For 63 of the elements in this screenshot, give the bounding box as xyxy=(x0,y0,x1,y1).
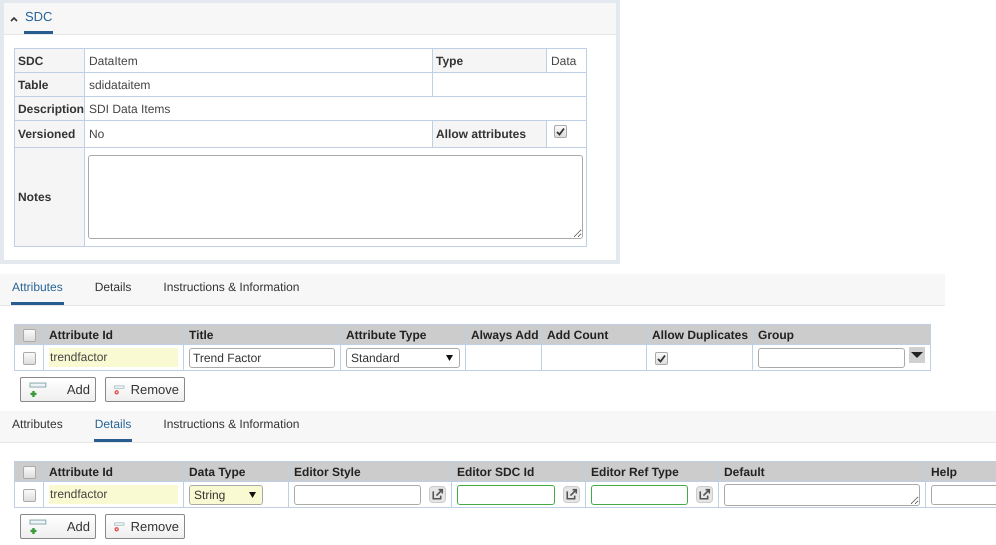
checkbox[interactable] xyxy=(554,125,567,138)
remove-button[interactable]: Remove xyxy=(105,377,185,402)
column-header: Allow Duplicates xyxy=(652,328,748,342)
default-field[interactable] xyxy=(724,484,920,506)
caret-icon xyxy=(249,492,256,498)
lookup-field[interactable] xyxy=(591,484,688,504)
popout-icon[interactable] xyxy=(429,486,446,503)
add-row-icon xyxy=(29,382,47,398)
lookup-field[interactable] xyxy=(457,484,555,504)
tab[interactable]: Attributes xyxy=(11,280,64,305)
dropdown-button-icon[interactable] xyxy=(909,346,925,362)
tab[interactable]: Details xyxy=(94,417,132,442)
column-header: Attribute Id xyxy=(49,464,113,478)
field-label: SDC xyxy=(18,54,44,68)
field-value: sdidataitem xyxy=(89,78,150,92)
field-label: Allow attributes xyxy=(436,127,526,141)
text-field[interactable]: Trend Factor xyxy=(189,348,335,368)
field-label: Table xyxy=(18,78,48,92)
column-header: Editor Ref Type xyxy=(591,464,679,478)
notes-field[interactable] xyxy=(88,155,583,239)
caret-icon xyxy=(446,354,453,360)
panel-tab[interactable]: SDC xyxy=(24,9,54,34)
column-header: Editor SDC Id xyxy=(457,464,534,478)
field-label: Versioned xyxy=(18,127,76,141)
tab[interactable]: Attributes xyxy=(11,417,64,442)
field-label: Notes xyxy=(18,190,52,204)
add-button[interactable]: Add xyxy=(20,514,96,539)
tab[interactable]: Instructions & Information xyxy=(162,280,300,305)
dropdown[interactable]: String xyxy=(189,484,263,504)
column-header: Default xyxy=(724,464,765,478)
tab[interactable]: Instructions & Information xyxy=(162,417,300,442)
checkbox[interactable] xyxy=(655,352,668,365)
add-button[interactable]: Add xyxy=(20,377,96,402)
field-value: Data xyxy=(551,54,576,68)
lookup-field[interactable] xyxy=(294,484,421,504)
field-value: No xyxy=(89,127,104,141)
popout-icon[interactable] xyxy=(696,486,713,503)
column-header: Title xyxy=(189,328,214,342)
attribute-id: trendfactor xyxy=(49,485,178,504)
column-header: Help xyxy=(931,464,958,478)
checkbox[interactable] xyxy=(22,466,36,479)
column-header: Add Count xyxy=(547,328,608,342)
remove-button[interactable]: Remove xyxy=(105,514,185,539)
tab[interactable]: Details xyxy=(94,280,132,305)
checkbox[interactable] xyxy=(22,488,36,502)
group-field[interactable] xyxy=(758,348,905,368)
field-label: Description xyxy=(18,102,84,116)
field-label: Type xyxy=(436,54,464,68)
column-header: Group xyxy=(758,328,794,342)
field-value: DataItem xyxy=(89,54,138,68)
attribute-id: trendfactor xyxy=(49,348,178,367)
checkbox[interactable] xyxy=(22,352,36,365)
add-row-icon xyxy=(29,518,47,534)
column-header: Editor Style xyxy=(294,464,361,478)
field-value: SDI Data Items xyxy=(89,102,170,116)
popout-icon[interactable] xyxy=(563,486,580,503)
column-header: Always Add xyxy=(471,328,539,342)
checkbox[interactable] xyxy=(22,328,36,342)
dropdown[interactable]: Standard xyxy=(346,348,460,368)
chevron-up-icon[interactable] xyxy=(10,16,18,22)
column-header: Attribute Id xyxy=(49,328,113,342)
column-header: Data Type xyxy=(189,464,246,478)
column-header: Attribute Type xyxy=(346,328,426,342)
